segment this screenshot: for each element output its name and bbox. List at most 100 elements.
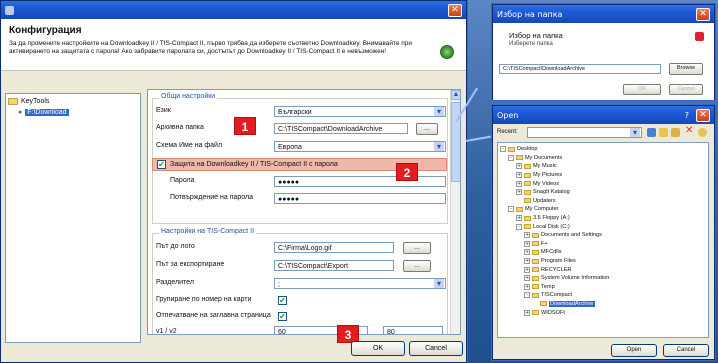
language-select[interactable]: Български	[274, 106, 446, 117]
folder-tree-item[interactable]: + WIDSOFt	[500, 308, 706, 317]
expand-icon[interactable]: +	[524, 309, 530, 316]
separator-select[interactable]: ;	[274, 278, 446, 289]
expand-icon[interactable]: +	[524, 240, 530, 247]
confirm-password-input[interactable]: ●●●●●	[274, 193, 446, 204]
folder-tree-item[interactable]: - Desktop	[500, 145, 706, 154]
folder-tree-item[interactable]: + F+	[500, 240, 706, 249]
expand-icon[interactable]: +	[516, 215, 522, 222]
folder-tree-item[interactable]: + Program Files	[500, 257, 706, 266]
export-path-input[interactable]: C:\TISCompact\Export	[274, 260, 394, 271]
logo-path-input[interactable]: C:\Firma\Logo.gif	[274, 242, 394, 253]
folder-label: Temp	[541, 283, 555, 290]
delete-icon[interactable]: ✕	[685, 125, 693, 136]
config-header: Конфигурация За да промените настройките…	[1, 19, 466, 71]
cancel-button[interactable]: Cancel	[409, 341, 463, 356]
collapse-icon[interactable]: -	[500, 146, 506, 153]
folder-label: System Volume Information	[541, 275, 610, 282]
recent-select[interactable]	[527, 127, 642, 138]
folder-tree-item[interactable]: + My Music	[500, 162, 706, 171]
tis-settings-title: Настройки на TIS-Compact II	[159, 228, 257, 235]
back-icon[interactable]	[647, 128, 656, 137]
print-title-page-label: Отпечатване на заглавна страница	[156, 312, 271, 319]
picker-path-input[interactable]: C:\TISCompact\DownloadArchive	[499, 64, 661, 74]
filename-scheme-label: Схема Име на файл	[156, 142, 223, 149]
folder-icon	[532, 310, 539, 316]
close-icon[interactable]: ✕	[696, 7, 710, 21]
folder-tree-item[interactable]: + My Videos	[500, 179, 706, 188]
device-tree: KeyTools ● F:\Download	[5, 93, 141, 343]
callout-badge-1: 1	[234, 117, 256, 135]
expand-icon[interactable]: +	[516, 172, 522, 179]
folder-tree-item[interactable]: - Local Disk (C:)	[500, 222, 706, 231]
folder-tree-item[interactable]: + MFCdlls	[500, 248, 706, 257]
archive-folder-input[interactable]: C:\TISCompact\DownloadArchive	[274, 123, 408, 134]
folder-tree-item[interactable]: + System Volume Information	[500, 274, 706, 283]
folder-tree-item[interactable]: + My Pictures	[500, 171, 706, 180]
folder-icon	[532, 249, 539, 255]
export-browse-button[interactable]: ...	[403, 260, 431, 272]
picker-browse-button[interactable]: Browse	[669, 63, 703, 75]
password-protect-checkbox[interactable]: ✔	[157, 160, 166, 169]
expand-icon[interactable]: +	[524, 275, 530, 282]
folder-tree-item[interactable]: DownloadArchive	[500, 300, 706, 309]
ok-button[interactable]: OK	[351, 341, 405, 356]
archive-browse-button[interactable]: ...	[416, 123, 438, 135]
folder-label: F+	[541, 240, 548, 247]
group-by-card-label: Групиране по номер на карти	[156, 296, 252, 303]
expand-icon[interactable]: +	[516, 189, 522, 196]
folder-tree-item[interactable]: - My Documents	[500, 154, 706, 163]
tree-root[interactable]: KeyTools	[8, 96, 138, 107]
scroll-up-icon[interactable]: ▲	[451, 90, 460, 100]
separator-value: ;	[278, 281, 280, 288]
password-input[interactable]: ●●●●●	[274, 176, 446, 187]
folder-tree-item[interactable]: Updaters	[500, 197, 706, 206]
print-title-page-checkbox[interactable]: ✔	[278, 312, 287, 321]
picker-cancel-button[interactable]: Cancel	[669, 84, 703, 95]
close-icon[interactable]: ✕	[448, 3, 462, 17]
tree-child[interactable]: ● F:\Download	[8, 107, 138, 118]
recent-label: Recent:	[497, 129, 518, 135]
callout-badge-2: 2	[396, 163, 418, 181]
help-icon[interactable]: ?	[685, 111, 689, 120]
collapse-icon[interactable]: -	[516, 223, 522, 230]
folder-label: MFCdlls	[541, 249, 562, 256]
picker-body: Избор на папка Изберете папка C:\TISComp…	[493, 23, 714, 100]
expand-icon[interactable]: +	[524, 232, 530, 239]
up-folder-icon[interactable]	[659, 128, 668, 137]
expand-icon[interactable]: +	[524, 283, 530, 290]
expand-icon[interactable]: +	[524, 258, 530, 265]
collapse-icon[interactable]: -	[508, 154, 514, 161]
folder-label: My Music	[533, 163, 557, 170]
v2-value: 80	[387, 329, 395, 335]
filename-scheme-select[interactable]: Европа	[274, 141, 446, 152]
collapse-icon[interactable]: -	[508, 206, 514, 213]
new-folder-icon[interactable]	[671, 128, 680, 137]
folder-tree-item[interactable]: + RECYCLER	[500, 265, 706, 274]
group-by-card-checkbox[interactable]: ✔	[278, 296, 287, 305]
expand-icon[interactable]: +	[524, 249, 530, 256]
tree-bullet-icon: ●	[18, 109, 23, 116]
form-scrollbar[interactable]: ▲	[450, 90, 460, 334]
expand-icon[interactable]: +	[516, 163, 522, 170]
collapse-icon[interactable]: -	[524, 292, 530, 299]
folder-tree-item[interactable]: + SnagIt Katalog	[500, 188, 706, 197]
expand-icon[interactable]: +	[516, 180, 522, 187]
logo-browse-button[interactable]: ...	[403, 242, 431, 254]
folder-tree-item[interactable]: + Temp	[500, 283, 706, 292]
picker-ok-button[interactable]: OK	[623, 84, 661, 95]
folder-tree-item[interactable]: + Documents and Settings	[500, 231, 706, 240]
folder-label: Documents and Settings	[541, 232, 602, 239]
folder-icon	[532, 284, 539, 290]
open-title: Open	[497, 110, 519, 120]
folder-tree-item[interactable]: +3.5 Floppy (A:)	[500, 214, 706, 223]
folder-tree-item[interactable]: - My Computer	[500, 205, 706, 214]
folder-tree-item[interactable]: - TISCompact	[500, 291, 706, 300]
close-icon[interactable]: ✕	[696, 108, 710, 122]
expand-icon[interactable]: +	[524, 266, 530, 273]
open-button[interactable]: Open	[611, 344, 657, 357]
v2-input[interactable]: 80	[383, 326, 443, 335]
open-cancel-button[interactable]: Cancel	[663, 344, 709, 357]
language-label: Език	[156, 107, 171, 114]
picker-title: Избор на папка	[497, 9, 563, 19]
view-icon[interactable]	[698, 128, 707, 137]
